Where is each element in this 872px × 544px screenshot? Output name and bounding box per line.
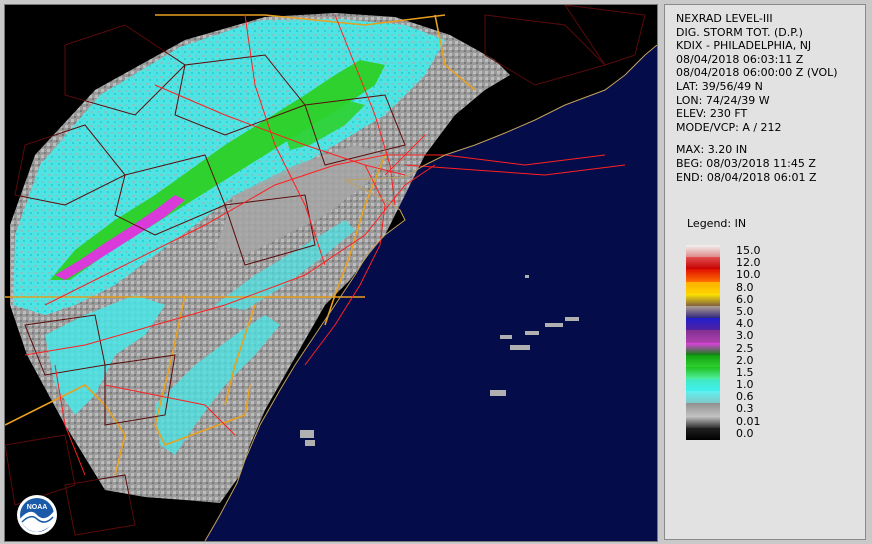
scan-time: 08/04/2018 06:03:11 Z xyxy=(676,52,804,66)
radar-map-canvas xyxy=(5,5,657,541)
legend-swatch xyxy=(686,403,720,416)
legend-value: 5.0 xyxy=(736,304,754,318)
station-name: KDIX - PHILADELPHIA, NJ xyxy=(676,39,812,53)
legend-swatch xyxy=(686,245,720,258)
legend-value: 2.0 xyxy=(736,353,754,367)
begin-time: BEG: 08/03/2018 11:45 Z xyxy=(676,156,816,170)
legend-swatch xyxy=(686,415,720,428)
legend-swatch xyxy=(686,293,720,306)
noaa-logo-text: NOAA xyxy=(27,504,48,511)
legend-value: 12.0 xyxy=(736,256,761,270)
legend-swatch xyxy=(686,330,720,343)
station-elev: ELEV: 230 FT xyxy=(676,107,748,121)
product-info-panel: NEXRAD LEVEL-III DIG. STORM TOT. (D.P.) … xyxy=(664,4,866,540)
legend-swatch xyxy=(686,281,720,294)
noaa-logo: NOAA xyxy=(17,495,57,535)
legend-value: 0.3 xyxy=(736,402,754,416)
legend-value: 6.0 xyxy=(736,292,754,306)
legend-swatch xyxy=(686,354,720,367)
legend-swatch xyxy=(686,257,720,270)
volume-time: 08/04/2018 06:00:00 Z (VOL) xyxy=(676,66,838,80)
legend-value: 10.0 xyxy=(736,268,761,282)
legend-value: 0.01 xyxy=(736,414,761,428)
legend-swatch xyxy=(686,342,720,355)
legend-swatch xyxy=(686,366,720,380)
legend-swatch xyxy=(686,269,720,282)
station-lon: LON: 74/24/39 W xyxy=(676,93,770,107)
legend-title: Legend: IN xyxy=(687,217,747,230)
product-title: NEXRAD LEVEL-III xyxy=(676,12,773,25)
legend-value: 2.5 xyxy=(736,341,754,355)
legend-value: 1.0 xyxy=(736,378,754,392)
radar-map[interactable]: NOAA xyxy=(4,4,658,542)
legend-value: 0.0 xyxy=(736,426,754,440)
legend-value: 3.0 xyxy=(736,329,754,343)
legend-swatch xyxy=(686,427,720,440)
legend-swatch xyxy=(686,379,720,392)
station-lat: LAT: 39/56/49 N xyxy=(676,79,763,93)
legend-value: 8.0 xyxy=(736,280,754,294)
end-time: END: 08/04/2018 06:01 Z xyxy=(676,170,817,184)
legend-value: 0.6 xyxy=(736,390,754,404)
legend-swatch xyxy=(686,305,720,319)
product-name: DIG. STORM TOT. (D.P.) xyxy=(676,25,803,39)
legend-value: 4.0 xyxy=(736,317,754,331)
legend-swatch xyxy=(686,318,720,331)
legend-value: 1.5 xyxy=(736,365,754,379)
mode-vcp: MODE/VCP: A / 212 xyxy=(676,120,782,134)
max-value: MAX: 3.20 IN xyxy=(676,143,748,157)
legend-swatch xyxy=(686,391,720,404)
legend-value: 15.0 xyxy=(736,244,761,257)
